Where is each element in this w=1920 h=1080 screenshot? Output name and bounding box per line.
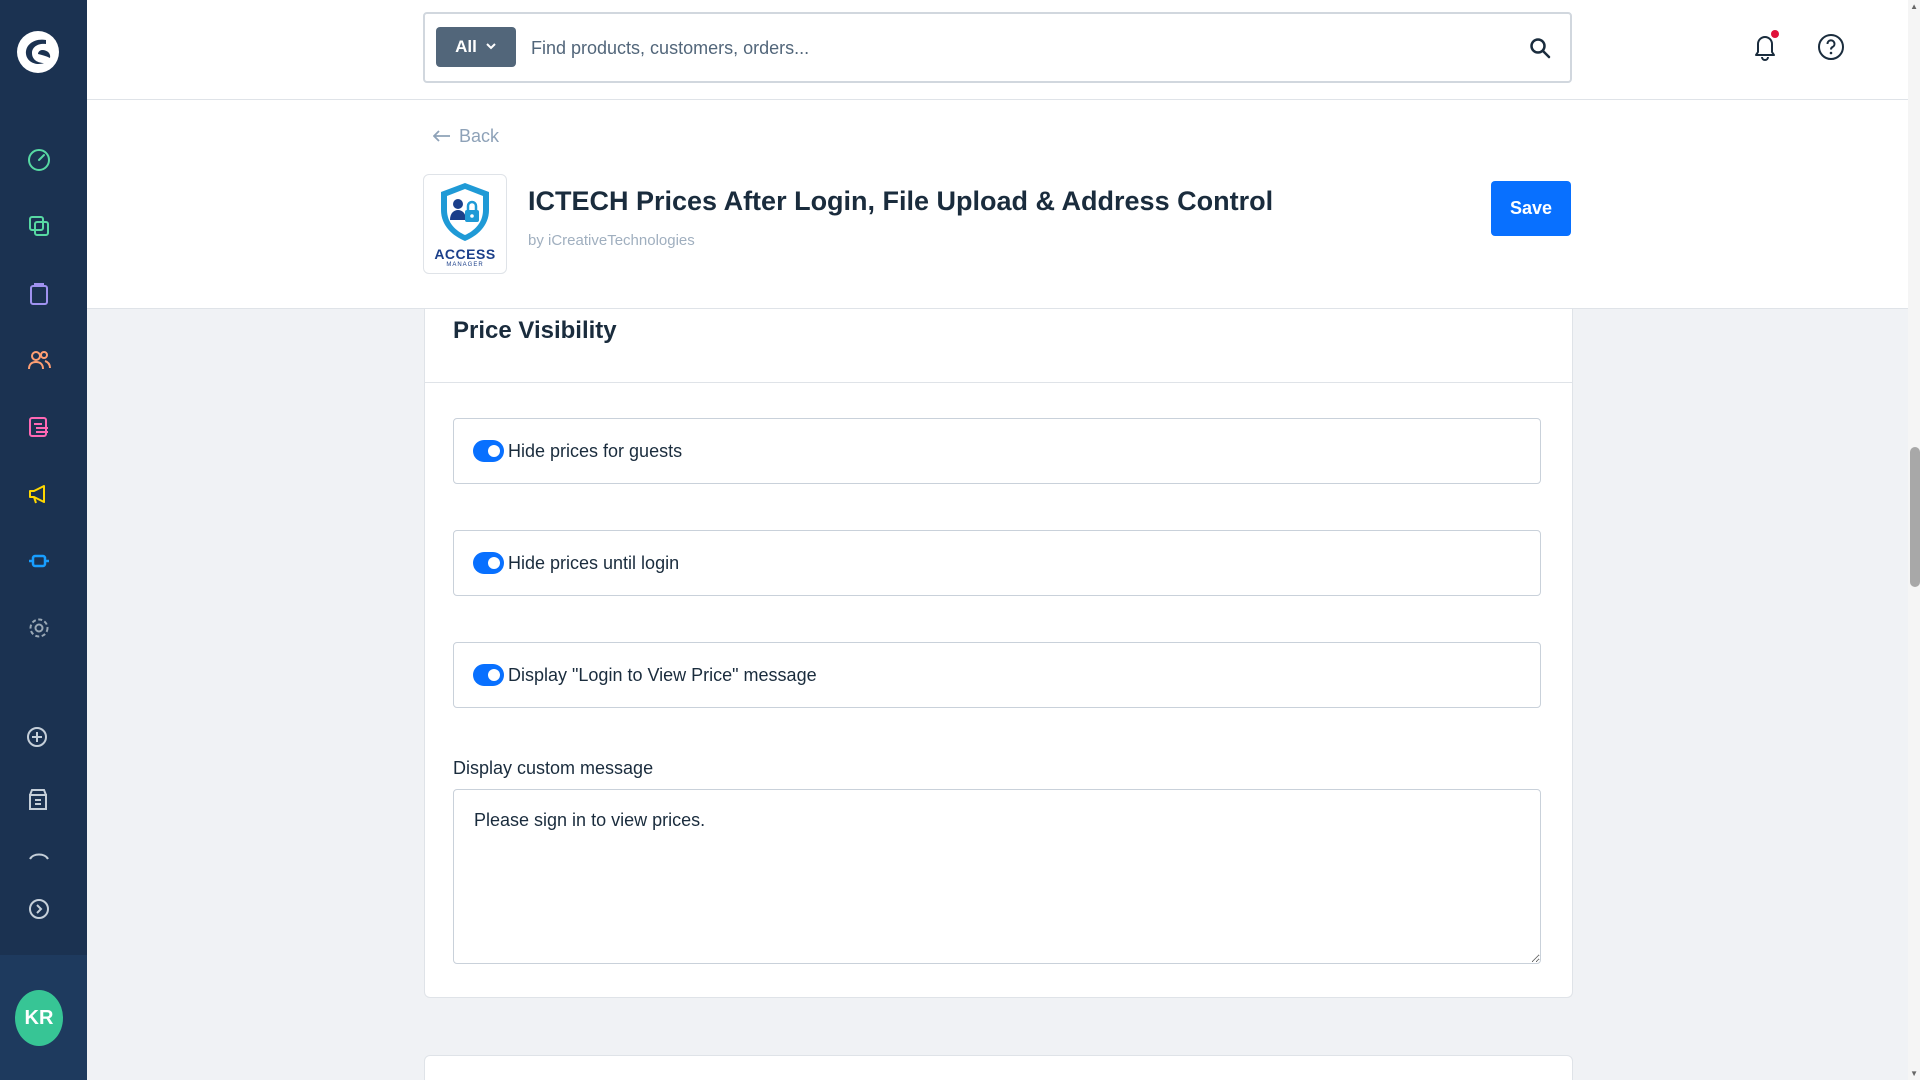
- section-title: Price Visibility: [453, 317, 617, 344]
- divider: [425, 382, 1572, 383]
- settings-icon[interactable]: [26, 615, 52, 641]
- price-visibility-card: Price Visibility Hide prices for guests …: [424, 309, 1573, 998]
- expand-icon[interactable]: [26, 896, 52, 922]
- scroll-thumb[interactable]: [1910, 447, 1920, 587]
- marketing-icon[interactable]: [26, 481, 52, 507]
- hide-prices-guests-toggle[interactable]: [473, 440, 504, 462]
- logo-brand-text: ACCESS: [434, 246, 496, 262]
- back-label: Back: [459, 126, 500, 146]
- custom-message-textarea[interactable]: Please sign in to view prices.: [453, 789, 1541, 964]
- notification-badge: [1771, 30, 1779, 38]
- hide-prices-login-toggle[interactable]: [473, 552, 504, 574]
- dashboard-icon[interactable]: [26, 147, 52, 173]
- page-title: ICTECH Prices After Login, File Upload &…: [528, 186, 1274, 216]
- sidebar: KR: [0, 0, 87, 1080]
- logo-sub-text: MANAGER: [446, 262, 484, 268]
- search-input[interactable]: [531, 28, 1491, 68]
- save-button[interactable]: Save: [1491, 181, 1571, 236]
- page-header: Back ACCESS MANAGER ICTECH Prices After …: [87, 100, 1908, 309]
- global-search: All: [423, 12, 1572, 83]
- app-author: by iCreativeTechnologies: [528, 232, 695, 249]
- scroll-down-icon[interactable]: ▼: [1910, 1069, 1918, 1078]
- sales-channel-icon[interactable]: [26, 786, 52, 812]
- search-icon[interactable]: [1528, 36, 1552, 60]
- chevron-down-icon: [485, 40, 497, 55]
- extensions-icon[interactable]: [26, 548, 52, 574]
- content-icon[interactable]: [26, 414, 52, 440]
- app-logo: ACCESS MANAGER: [423, 174, 507, 274]
- search-scope-label: All: [455, 37, 477, 56]
- next-card: [424, 1055, 1573, 1080]
- toggle-label: Hide prices for guests: [508, 440, 683, 461]
- catalogs-icon[interactable]: [26, 213, 52, 239]
- toggle-row-hide-prices-login: Hide prices until login: [453, 530, 1541, 596]
- notifications-icon[interactable]: [1750, 30, 1780, 62]
- page-scrollbar[interactable]: ▲ ▼: [1908, 0, 1920, 1080]
- orders-icon[interactable]: [26, 281, 52, 307]
- search-scope-dropdown[interactable]: All: [436, 27, 516, 67]
- custom-message-label: Display custom message: [453, 758, 654, 778]
- help-icon[interactable]: [1817, 33, 1845, 61]
- top-bar: All: [87, 0, 1908, 100]
- toggle-row-hide-prices-guests: Hide prices for guests: [453, 418, 1541, 484]
- toggle-label: Hide prices until login: [508, 552, 680, 573]
- avatar[interactable]: KR: [15, 990, 63, 1046]
- toggle-label: Display "Login to View Price" message: [508, 664, 817, 685]
- shield-lock-icon: [441, 183, 489, 241]
- partial-icon: [26, 851, 52, 861]
- arrow-left-icon: [432, 126, 451, 147]
- add-icon[interactable]: [26, 724, 52, 750]
- shopware-logo[interactable]: [16, 30, 60, 74]
- login-message-toggle[interactable]: [473, 664, 504, 686]
- toggle-row-login-message: Display "Login to View Price" message: [453, 642, 1541, 708]
- back-link[interactable]: Back: [432, 126, 500, 147]
- customers-icon[interactable]: [26, 347, 52, 373]
- scroll-up-icon[interactable]: ▲: [1910, 2, 1918, 11]
